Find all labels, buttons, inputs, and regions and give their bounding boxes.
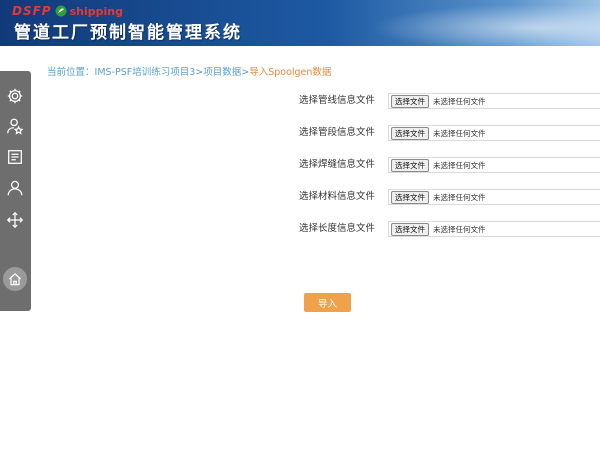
breadcrumb-current: 导入Spoolgen数据 [249, 67, 332, 78]
logo-subtext: shipping [69, 4, 123, 18]
app-header: DSFP shipping 管道工厂预制智能管理系统 [0, 0, 600, 46]
file-label: 选择管线信息文件 [298, 95, 375, 106]
leaf-logo-icon [55, 5, 67, 17]
header-glow [340, 0, 600, 46]
breadcrumb-prefix: 当前位置： [47, 67, 95, 78]
choose-file-button[interactable]: 选择文件 [391, 190, 429, 204]
file-input[interactable]: 选择文件 未选择任何文件 [388, 189, 600, 205]
logo: DSFP shipping [12, 4, 123, 18]
file-label: 选择长度信息文件 [298, 223, 375, 234]
choose-file-button[interactable]: 选择文件 [391, 94, 429, 108]
file-label: 选择焊缝信息文件 [298, 159, 375, 170]
app-title: 管道工厂预制智能管理系统 [14, 23, 242, 43]
file-row-length: 选择长度信息文件 选择文件 未选择任何文件 [0, 221, 600, 237]
home-button[interactable] [3, 267, 27, 291]
file-label: 选择材料信息文件 [298, 191, 375, 202]
file-row-spool: 选择管段信息文件 选择文件 未选择任何文件 [0, 125, 600, 141]
breadcrumb-item-project-data[interactable]: 项目数据 [203, 67, 241, 78]
breadcrumb-item-project[interactable]: IMS-PSF培训练习项目3 [95, 67, 196, 78]
choose-file-button[interactable]: 选择文件 [391, 222, 429, 236]
file-status: 未选择任何文件 [433, 160, 486, 170]
file-label: 选择管段信息文件 [298, 127, 375, 138]
file-row-material: 选择材料信息文件 选择文件 未选择任何文件 [0, 189, 600, 205]
file-status: 未选择任何文件 [433, 224, 486, 234]
file-input[interactable]: 选择文件 未选择任何文件 [388, 221, 600, 237]
file-row-pipeline: 选择管线信息文件 选择文件 未选择任何文件 [0, 93, 600, 109]
breadcrumb-separator: > [241, 67, 250, 78]
choose-file-button[interactable]: 选择文件 [391, 158, 429, 172]
file-status: 未选择任何文件 [433, 128, 486, 138]
file-row-weld: 选择焊缝信息文件 选择文件 未选择任何文件 [0, 157, 600, 173]
choose-file-button[interactable]: 选择文件 [391, 126, 429, 140]
home-icon [8, 272, 22, 286]
file-status: 未选择任何文件 [433, 192, 486, 202]
file-input[interactable]: 选择文件 未选择任何文件 [388, 93, 600, 109]
file-input[interactable]: 选择文件 未选择任何文件 [388, 157, 600, 173]
file-input[interactable]: 选择文件 未选择任何文件 [388, 125, 600, 141]
import-button[interactable]: 导入 [304, 293, 351, 312]
breadcrumb: 当前位置：IMS-PSF培训练习项目3>项目数据>导入Spoolgen数据 [47, 64, 331, 78]
logo-text: DSFP [12, 4, 52, 18]
file-status: 未选择任何文件 [433, 96, 486, 106]
